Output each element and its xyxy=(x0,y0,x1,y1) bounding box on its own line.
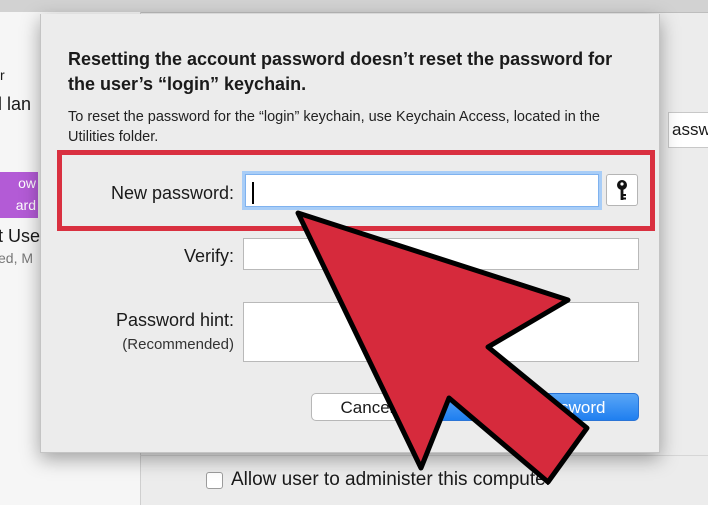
cancel-button[interactable]: Cancel xyxy=(311,393,423,421)
sidebar-text-fragment: l lan xyxy=(0,94,32,114)
dialog-subtext: To reset the password for the “login” ke… xyxy=(68,109,600,145)
verify-label: Verify: xyxy=(183,246,234,266)
sidebar-text-fragment: r xyxy=(0,67,5,83)
password-hint-sublabel: (Recommended) xyxy=(122,336,234,353)
divider xyxy=(140,455,708,456)
admin-checkbox-row[interactable]: Allow user to administer this computer xyxy=(206,469,552,491)
sidebar-text-fragment: t Use xyxy=(0,226,41,246)
password-hint-input[interactable] xyxy=(243,302,639,362)
sidebar-selected-user[interactable]: ow ard xyxy=(0,172,38,218)
change-password-field-fragment[interactable]: asswo xyxy=(668,112,708,148)
verify-input[interactable] xyxy=(243,238,639,270)
sidebar-text-fragment: ed, M xyxy=(0,250,34,266)
reset-password-sheet: Resetting the account password doesn’t r… xyxy=(40,14,660,453)
dialog-heading: Resetting the account password doesn’t r… xyxy=(68,49,613,94)
admin-checkbox[interactable] xyxy=(206,471,223,489)
password-hint-label: Password hint: xyxy=(115,310,234,330)
selected-user-name: ow xyxy=(18,175,36,191)
selected-user-role: ard xyxy=(15,197,36,213)
highlight-box xyxy=(57,150,655,231)
change-password-button[interactable]: Change Password xyxy=(433,393,639,421)
admin-checkbox-label: Allow user to administer this computer xyxy=(231,469,553,490)
